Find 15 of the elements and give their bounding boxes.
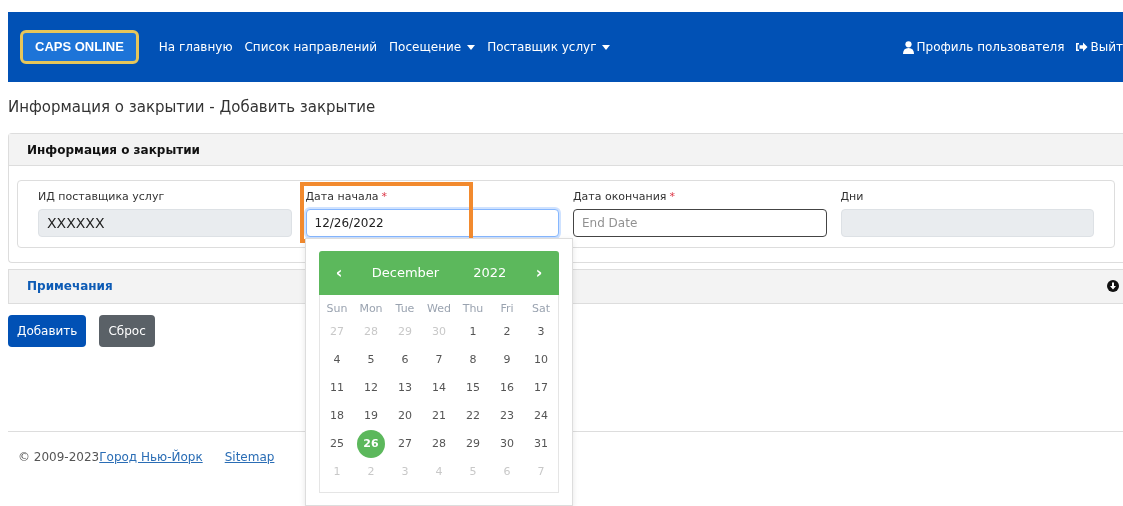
field-label: ИД поставщика услуг [38,189,166,205]
card-header: Информация о закрытии [9,134,1123,166]
weekday-label: Sat [530,301,551,317]
weekday-label: Wed [426,301,452,317]
notes-title: Примечания [27,278,113,295]
weekday-label: Tue [394,301,416,317]
field-label: Дата начала * [305,189,388,205]
page-title: Информация о закрытии - Добавить закрытие [8,96,377,118]
weekday-label: Sun [325,301,349,317]
field-label: Дни [840,189,865,205]
weekday-label: Mon [358,301,384,317]
field-label: Дата окончания * [573,189,676,205]
weekday-label: Fri [499,301,515,317]
copyright-text: © 2009-2023 [18,448,100,466]
weekday-label: Thu [461,301,485,317]
